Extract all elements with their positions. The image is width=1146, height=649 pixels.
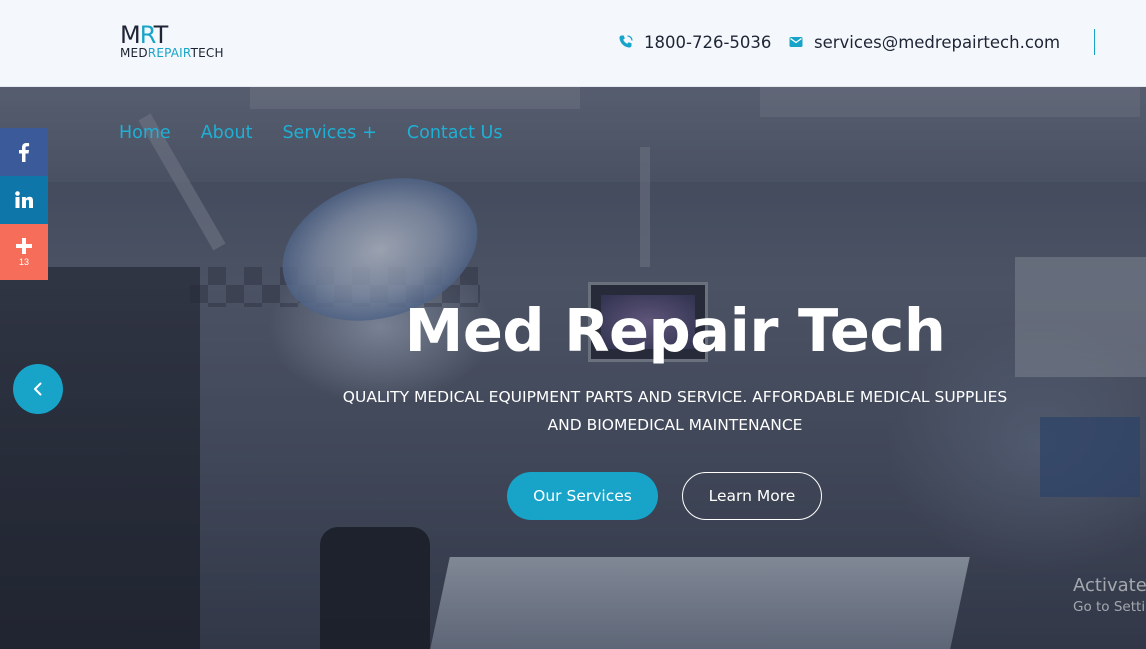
hero-section	[0, 87, 1146, 649]
linkedin-icon	[15, 191, 33, 208]
header-phone[interactable]: 1800-726-5036	[618, 31, 771, 53]
nav-item-about[interactable]: About	[201, 123, 253, 143]
hero-subtitle: QUALITY MEDICAL EQUIPMENT PARTS AND SERV…	[342, 388, 1008, 434]
nav-item-services-label: Services	[282, 123, 357, 143]
site-header: MRT MEDREPAIRTECH 1800-726-5036 services…	[0, 0, 1146, 87]
chevron-left-icon	[34, 382, 42, 396]
share-more-button[interactable]: 13	[0, 224, 48, 280]
header-divider	[1094, 29, 1095, 55]
logo-mark: MRT	[120, 21, 168, 49]
slider-prev-button[interactable]	[13, 364, 63, 414]
nav-item-services[interactable]: Services +	[282, 123, 376, 143]
os-watermark: Activate Go to Setti	[1073, 575, 1146, 617]
mail-icon	[789, 37, 803, 47]
our-services-button[interactable]: Our Services	[507, 472, 658, 520]
social-share-bar: 13	[0, 128, 48, 280]
learn-more-button[interactable]: Learn More	[682, 472, 822, 520]
watermark-line1: Activate	[1073, 575, 1146, 596]
share-linkedin-button[interactable]	[0, 176, 48, 224]
logo-wordmark: MEDREPAIRTECH	[120, 46, 224, 60]
phone-icon	[619, 35, 633, 48]
hero-overlay	[0, 87, 1146, 649]
plus-icon	[16, 238, 32, 254]
facebook-icon	[19, 143, 30, 162]
site-logo[interactable]: MRT MEDREPAIRTECH	[120, 21, 240, 64]
nav-item-contact[interactable]: Contact Us	[407, 123, 503, 143]
main-nav: Home About Services + Contact Us	[119, 123, 532, 143]
email-address: services@medrepairtech.com	[814, 32, 1061, 52]
share-facebook-button[interactable]	[0, 128, 48, 176]
share-count: 13	[18, 257, 29, 267]
phone-number: 1800-726-5036	[644, 32, 772, 52]
watermark-line2: Go to Setti	[1073, 599, 1146, 615]
header-email[interactable]: services@medrepairtech.com	[788, 31, 1060, 53]
nav-item-home[interactable]: Home	[119, 123, 171, 143]
hero-title: Med Repair Tech	[404, 296, 946, 365]
expand-plus-icon: +	[362, 123, 377, 143]
